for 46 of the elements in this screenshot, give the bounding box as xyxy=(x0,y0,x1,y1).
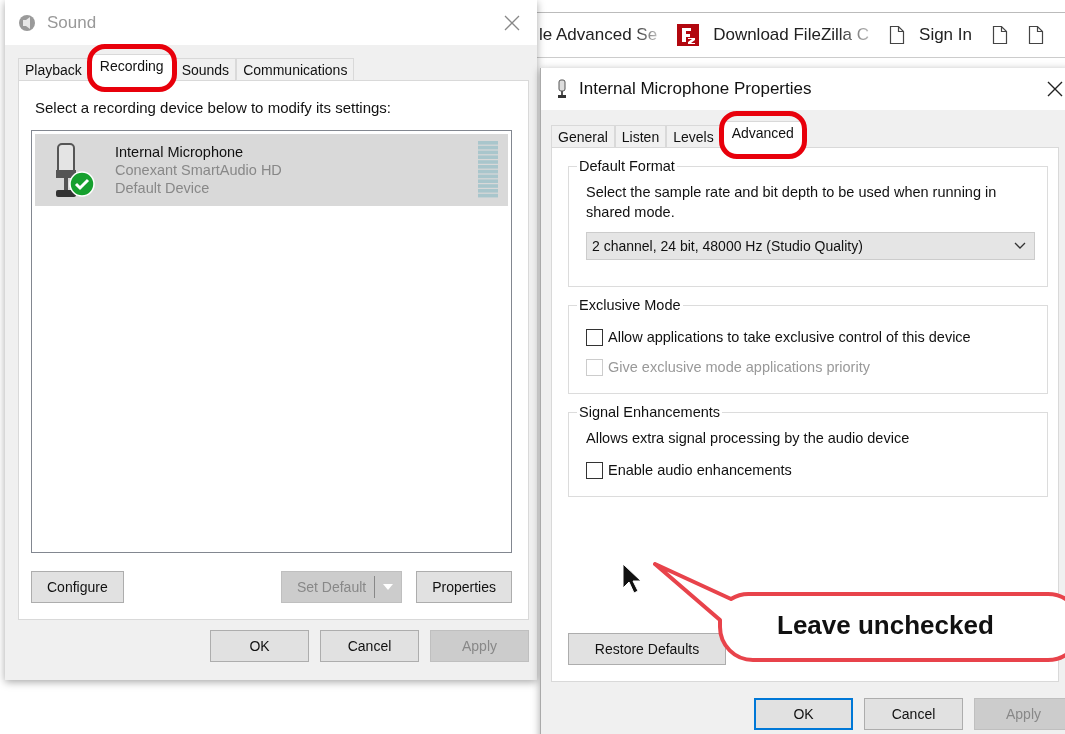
close-icon[interactable] xyxy=(1047,81,1063,97)
checkbox-label: Enable audio enhancements xyxy=(608,462,792,478)
checkbox[interactable] xyxy=(586,328,603,346)
caret-icon xyxy=(383,584,394,590)
speaker-icon xyxy=(17,12,37,33)
restore-defaults-button[interactable]: Restore Defaults xyxy=(568,633,726,665)
dialog-button[interactable]: Cancel xyxy=(864,698,963,730)
group-title: Default Format xyxy=(578,158,676,174)
chevron-down-icon xyxy=(1014,242,1026,250)
window-title: Internal Microphone Properties xyxy=(579,79,812,99)
page-icon[interactable] xyxy=(992,25,1008,45)
page-icon[interactable] xyxy=(1028,25,1044,45)
group-description: Select the sample rate and bit depth to be used when running in shared mode. xyxy=(586,183,998,222)
group-title: Exclusive Mode xyxy=(578,297,682,313)
device-name: Internal Microphone xyxy=(115,144,245,160)
mouse-pointer-icon xyxy=(622,563,642,595)
group-description: Allows extra signal processing by the audio device xyxy=(586,429,911,448)
device-item[interactable]: Internal Microphone Conexant SmartAudio HD Default Device xyxy=(35,134,508,206)
bookmark-link[interactable]: Sign In xyxy=(919,25,972,45)
checkbox[interactable] xyxy=(586,461,603,479)
tab[interactable]: General xyxy=(551,125,615,147)
bookmark-link[interactable]: Download FileZilla C xyxy=(713,25,870,45)
group-title: Signal Enhancements xyxy=(578,404,722,420)
tab[interactable]: Playback xyxy=(18,58,89,80)
level-meter-icon xyxy=(478,141,498,199)
device-button[interactable]: Configure xyxy=(31,571,124,603)
dialog-button[interactable]: OK xyxy=(210,630,309,662)
microphone-icon xyxy=(555,79,569,99)
bookmark-link[interactable]: le Advanced Se xyxy=(539,25,658,45)
tab[interactable]: Communications xyxy=(236,58,355,80)
dialog-button[interactable]: OK xyxy=(754,698,853,730)
format-dropdown[interactable]: 2 channel, 24 bit, 48000 Hz (Studio Quality) xyxy=(586,232,1035,260)
tab[interactable]: Listen xyxy=(614,125,667,147)
device-button[interactable]: Properties xyxy=(416,571,512,603)
window-title: Sound xyxy=(47,12,97,33)
device-driver: Conexant SmartAudio HD xyxy=(115,162,282,178)
tab[interactable]: Levels xyxy=(666,125,721,147)
filezilla-icon xyxy=(677,24,700,46)
instruction-text: Select a recording device below to modify its settings: xyxy=(35,99,392,116)
checkbox-label: Give exclusive mode applications priority xyxy=(608,359,870,375)
dialog-button[interactable]: Cancel xyxy=(320,630,419,662)
device-status: Default Device xyxy=(115,180,211,196)
checkbox-label: Allow applications to take exclusive control of this device xyxy=(608,329,971,345)
page-icon[interactable] xyxy=(889,25,906,45)
callout-text: Leave unchecked xyxy=(777,610,994,641)
tab[interactable]: Sounds xyxy=(174,58,237,80)
